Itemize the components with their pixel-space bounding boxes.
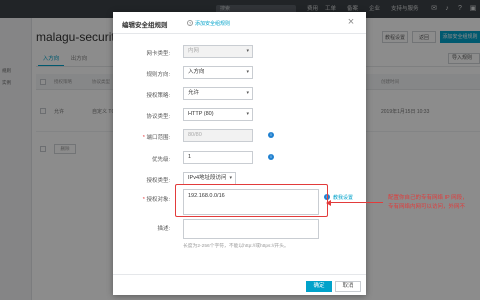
question-icon: ? — [187, 19, 193, 26]
dialog-header: 编辑安全组规则 ? 添加安全组规则 × — [113, 12, 366, 34]
protocol-select[interactable]: HTTP (80) ▾ — [183, 108, 253, 121]
chevron-down-icon: ▾ — [246, 111, 249, 117]
chevron-down-icon: ▾ — [246, 48, 249, 54]
highlight-box — [175, 184, 328, 217]
annotation-line-2: 专有网络内网可以访问，外网不 — [388, 204, 466, 210]
direction-select[interactable]: 入方向 ▾ — [183, 66, 253, 79]
annotation-arrow — [329, 202, 383, 204]
auth-type-value: IPv4地址段访问 — [188, 175, 227, 181]
protocol-value: HTTP (80) — [188, 111, 214, 117]
nic-type-label: 网卡类型: — [146, 51, 170, 57]
direction-label: 规则方向: — [146, 72, 170, 78]
port-range-label: * 端口范围: — [142, 135, 170, 141]
annotation-line-1: 配置你自己的专有网络 IP 网段， — [388, 195, 468, 201]
policy-value: 允许 — [188, 90, 200, 96]
info-icon[interactable]: i — [268, 154, 274, 160]
edit-rule-dialog: 编辑安全组规则 ? 添加安全组规则 × 网卡类型: 内网 ▾ 规则方向: 入方向… — [113, 12, 366, 295]
port-range-value: 80/80 — [188, 132, 202, 138]
chevron-down-icon: ▾ — [246, 90, 249, 96]
confirm-button[interactable]: 确定 — [306, 281, 332, 292]
protocol-label: 协议类型: — [146, 114, 170, 120]
description-hint: 长度为2-256个字符，不能以http://或https://开头。 — [183, 244, 289, 249]
chevron-down-icon: ▾ — [229, 175, 232, 181]
policy-select[interactable]: 允许 ▾ — [183, 87, 253, 100]
auth-object-label: * 授权对象: — [142, 197, 170, 203]
dialog-title: 编辑安全组规则 — [122, 22, 168, 29]
nic-type-value: 内网 — [188, 48, 200, 54]
add-rule-help-link[interactable]: 添加安全组规则 — [195, 20, 230, 27]
cancel-button[interactable]: 取消 — [335, 281, 361, 292]
priority-value: 1 — [188, 154, 192, 160]
chevron-down-icon: ▾ — [246, 69, 249, 75]
priority-label: 优先级: — [151, 157, 170, 163]
priority-input[interactable]: 1 — [183, 151, 253, 164]
tutorial-link[interactable]: 教我设置 — [333, 194, 353, 201]
policy-label: 授权策略: — [146, 93, 170, 99]
auth-type-label: 授权类型: — [146, 178, 170, 184]
close-icon[interactable]: × — [344, 15, 358, 29]
description-input[interactable] — [183, 219, 319, 239]
dialog-footer: 确定 取消 — [113, 274, 366, 295]
annotation-text: 配置你自己的专有网络 IP 网段， 专有网络内网可以访问，外网不 — [388, 194, 480, 212]
port-range-input: 80/80 — [183, 129, 253, 142]
nic-type-select: 内网 ▾ — [183, 45, 253, 58]
direction-value: 入方向 — [188, 69, 205, 75]
description-label: 描述: — [157, 226, 170, 232]
info-icon[interactable]: i — [268, 132, 274, 138]
arrow-head-icon — [326, 199, 331, 206]
